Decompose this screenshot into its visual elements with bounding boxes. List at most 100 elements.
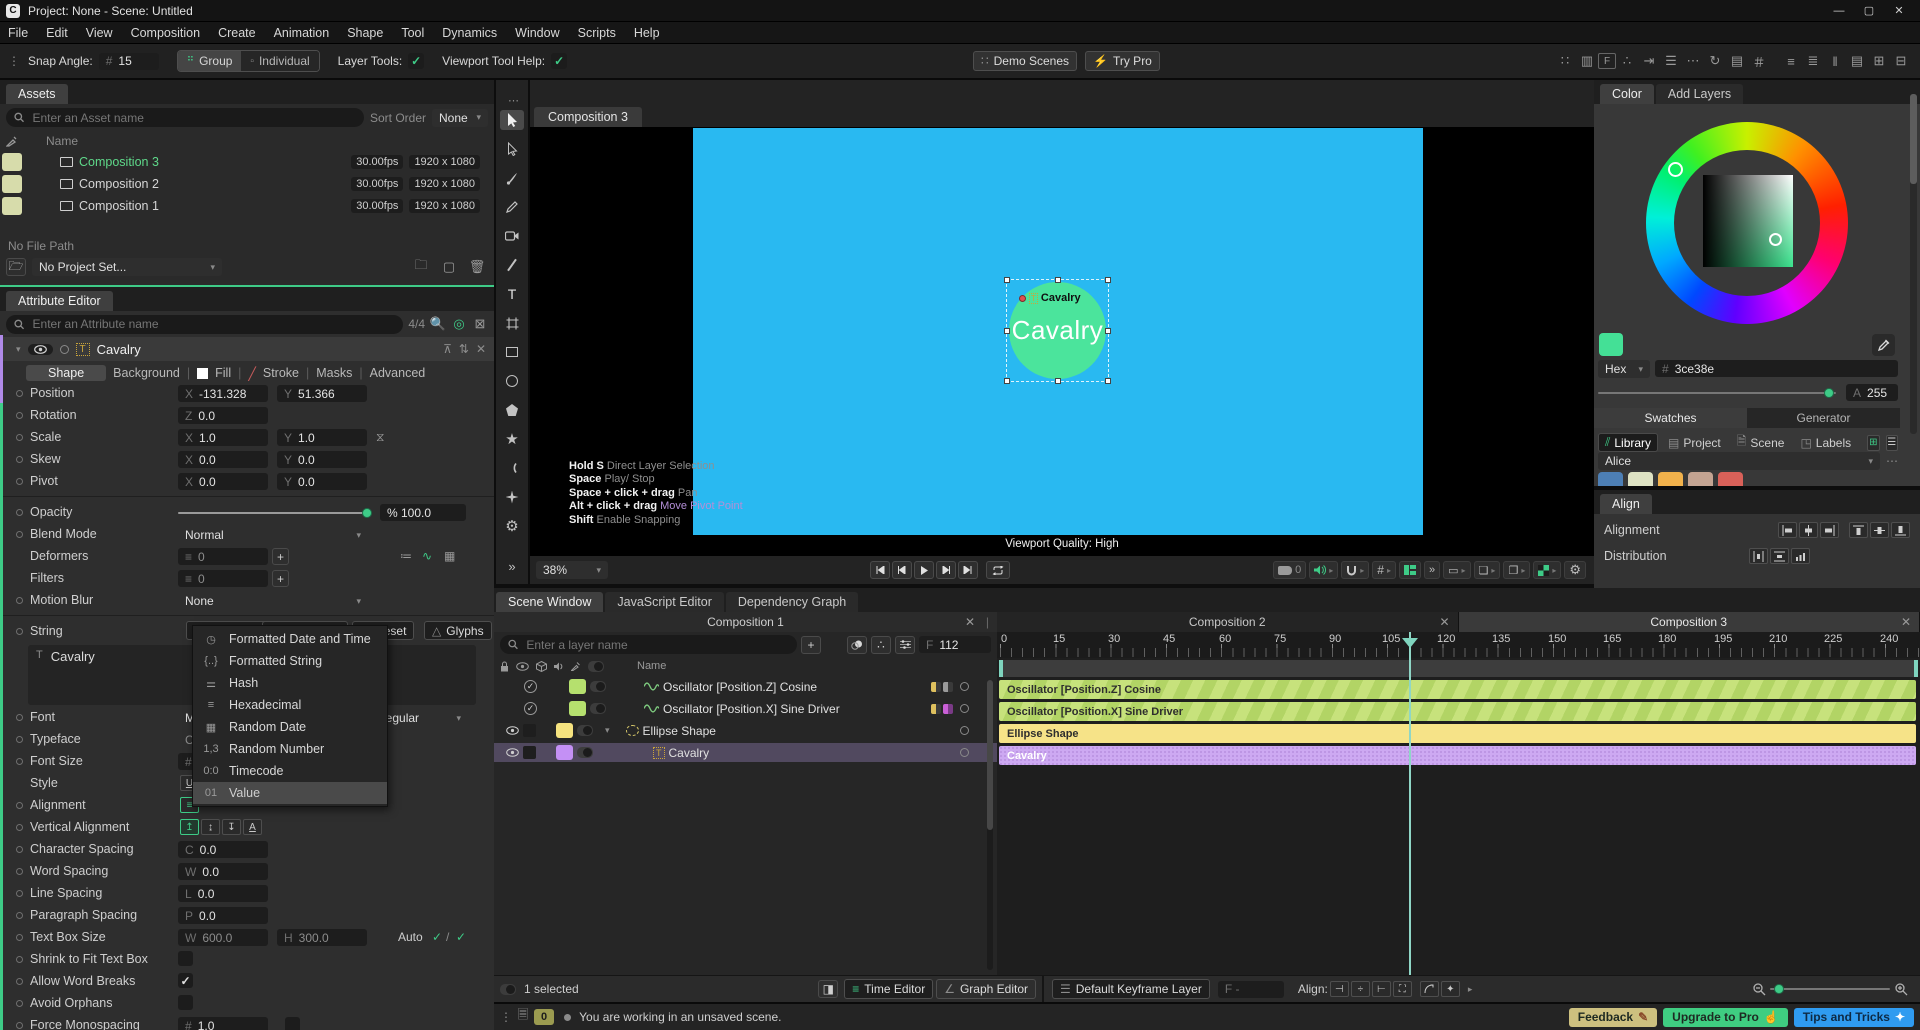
paragraph-spacing-field[interactable]: P0.0 (178, 907, 268, 924)
demo-scenes-button[interactable]: ∷Demo Scenes (973, 51, 1077, 71)
align-top-button[interactable] (1849, 522, 1868, 538)
sort-order-dropdown[interactable]: None▾ (432, 109, 488, 127)
ellipsis-icon[interactable]: ⋯ (1682, 51, 1704, 71)
socket[interactable] (16, 390, 23, 397)
project-folder-icon[interactable]: 🗁 (6, 258, 26, 276)
layer-toggle-icon[interactable] (577, 747, 593, 758)
valign-baseline-button[interactable]: A (243, 819, 262, 835)
fast-forward-icon[interactable]: » (1424, 561, 1440, 579)
guides-icon[interactable] (1399, 561, 1421, 579)
timeline-bar-cavalry[interactable]: Cavalry (999, 746, 1916, 765)
tips-and-tricks-button[interactable]: Tips and Tricks✦ (1794, 1008, 1914, 1027)
force-monospacing-checkbox[interactable] (285, 1017, 300, 1030)
palette-swatch[interactable] (1658, 472, 1683, 486)
keyframe-nav-icon[interactable]: ✦ (1441, 981, 1460, 997)
skew-y-field[interactable]: Y0.0 (277, 451, 367, 468)
eye-icon[interactable] (506, 726, 519, 735)
loop-button[interactable] (986, 561, 1010, 579)
text-box-width-field[interactable]: W600.0 (178, 929, 268, 946)
viewport-tool-help-checkbox[interactable]: ✓ (551, 53, 567, 69)
go-to-start-button[interactable] (870, 561, 890, 579)
layers-scrollbar[interactable] (987, 680, 993, 970)
position-x-field[interactable]: X-131.328 (178, 385, 268, 402)
menu-item-random-number[interactable]: 1,3Random Number (193, 738, 387, 760)
tab-masks[interactable]: Masks (316, 366, 352, 380)
rows-icon[interactable]: ▤ (1846, 51, 1868, 71)
audio-tag-badge[interactable]: 0 (1273, 561, 1306, 579)
close-button[interactable]: ✕ (1884, 1, 1914, 21)
socket[interactable] (16, 478, 23, 485)
align-right-button[interactable] (1820, 522, 1839, 538)
message-count-badge[interactable]: 0 (534, 1009, 554, 1025)
project-set-dropdown[interactable]: No Project Set...▾ (32, 258, 222, 276)
expand-icon[interactable]: ⇅ (459, 342, 469, 356)
stack-icon[interactable]: ❏▸ (1474, 561, 1501, 579)
socket[interactable] (16, 597, 23, 604)
grid-dots-icon[interactable]: ∷ (1554, 51, 1576, 71)
filter-settings-icon[interactable] (895, 636, 915, 654)
feedback-button[interactable]: Feedback✎ (1569, 1008, 1657, 1027)
split-view-icon[interactable]: ◨ (818, 980, 838, 998)
socket[interactable] (16, 824, 23, 831)
list-connect-icon[interactable]: ≔ (400, 549, 412, 563)
socket[interactable] (16, 1022, 23, 1029)
enabled-check-icon[interactable]: ✓ (524, 680, 537, 693)
pivot-x-field[interactable]: X0.0 (178, 473, 268, 490)
upgrade-to-pro-button[interactable]: Upgrade to Pro☝ (1663, 1008, 1788, 1027)
folder-icon[interactable]: 🗀 (410, 257, 432, 277)
asset-name[interactable]: Composition 1 (79, 199, 345, 213)
socket[interactable] (16, 509, 23, 516)
layer-color-swatch[interactable] (556, 723, 573, 738)
kf-align-center-button[interactable]: ÷ (1351, 981, 1370, 997)
filter-circles-icon[interactable] (847, 636, 867, 654)
eye-icon[interactable] (506, 748, 519, 757)
toggle-icon[interactable] (588, 661, 604, 672)
tab-add-layers[interactable]: Add Layers (1656, 84, 1743, 104)
menu-item-value[interactable]: 01Value (193, 782, 387, 804)
add-layer-button[interactable]: + (801, 636, 821, 654)
solo-socket[interactable] (60, 345, 69, 354)
layer-toggle-icon[interactable] (590, 703, 606, 714)
valign-top-button[interactable]: ↥ (180, 819, 199, 835)
menu-create[interactable]: Create (218, 26, 256, 40)
visibility-eye-icon[interactable] (28, 344, 53, 355)
palette-swatch[interactable] (1598, 472, 1623, 486)
tab-shape[interactable]: Shape (26, 365, 106, 381)
step-forward-button[interactable] (936, 561, 956, 579)
utilities-tool-icon[interactable]: ⚙ (500, 516, 524, 536)
panel-icon[interactable]: ▥ (1576, 51, 1598, 71)
sv-indicator[interactable] (1769, 233, 1782, 246)
playhead-marker[interactable] (1402, 638, 1418, 648)
rotation-z-field[interactable]: Z0.0 (178, 407, 268, 424)
asset-search[interactable] (6, 108, 364, 127)
socket[interactable] (16, 934, 23, 941)
tab-dependency-graph[interactable]: Dependency Graph (726, 592, 858, 612)
scene-button[interactable]: 🗎Scene (1731, 431, 1791, 454)
layer-color-swatch[interactable] (569, 701, 586, 716)
position-y-field[interactable]: Y51.366 (277, 385, 367, 402)
socket[interactable] (16, 531, 23, 538)
zoom-attributes-icon[interactable]: 🔍 (430, 314, 446, 334)
magnet-icon[interactable]: ▸ (1341, 561, 1369, 579)
grid-icon[interactable]: #▸ (1372, 561, 1396, 579)
opacity-slider[interactable] (178, 512, 370, 514)
alpha-knob[interactable] (1824, 388, 1834, 398)
menu-help[interactable]: Help (634, 26, 660, 40)
align-text-left-icon[interactable]: ≡ (1780, 51, 1802, 71)
text-tool-icon[interactable]: T (500, 284, 524, 304)
palette-dropdown[interactable]: Alice▾ (1598, 452, 1880, 470)
output-socket[interactable] (960, 704, 969, 713)
timeline-bar-oscillator-z[interactable]: Oscillator [Position.Z] Cosine (999, 680, 1916, 699)
selection-toggle-icon[interactable] (500, 984, 516, 995)
picker-icon[interactable] (571, 661, 581, 671)
star-tool-icon[interactable]: ★ (500, 429, 524, 449)
menu-item-hexadecimal[interactable]: ≡Hexadecimal (193, 694, 387, 716)
timeline-tab-composition-3[interactable]: Composition 3✕ (1459, 612, 1920, 632)
force-monospacing-field[interactable]: #1.0 (178, 1017, 268, 1030)
menu-window[interactable]: Window (515, 26, 559, 40)
group-mode-button[interactable]: ⠛Group (178, 51, 242, 71)
pivot-y-field[interactable]: Y0.0 (277, 473, 367, 490)
tool-strip-menu-icon[interactable]: ⋯ (496, 94, 532, 107)
pin-target-icon[interactable]: ◎ (451, 314, 467, 334)
distribute-h-button[interactable] (1749, 548, 1768, 564)
